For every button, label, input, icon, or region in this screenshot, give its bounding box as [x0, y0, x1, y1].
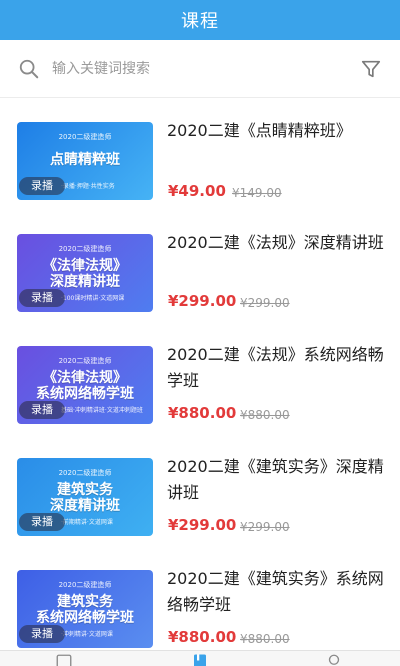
profile-icon[interactable]: [325, 653, 343, 666]
thumbnail-subtitle: ·录播·押题·共性实务: [61, 183, 115, 190]
course-original-price: ¥299.00: [240, 296, 290, 310]
course-thumbnail[interactable]: 2020二级建造师 《法律法规》 系统网络畅学班 基础·冲刺精讲班·文道冲刺题班…: [17, 346, 153, 424]
thumbnail-top-text: 2020二级建造师: [58, 357, 112, 365]
thumbnail-subtitle: ·冲刺精讲·文道网课: [61, 631, 113, 638]
course-card[interactable]: 2020二级建造师 《法律法规》 系统网络畅学班 基础·冲刺精讲班·文道冲刺题班…: [0, 322, 400, 434]
thumbnail-title: 建筑实务 深度精讲班: [50, 482, 120, 514]
course-icon[interactable]: [191, 653, 209, 666]
course-price: ¥299.00: [168, 516, 237, 534]
recorded-badge: 录播: [19, 401, 65, 419]
course-title[interactable]: 2020二建《法规》深度精讲班: [167, 230, 387, 256]
course-title[interactable]: 2020二建《点睛精粹班》: [167, 118, 387, 144]
thumbnail-title: 《法律法规》 深度精讲班: [43, 258, 127, 290]
thumbnail-subtitle: ·前期精讲·文道网课: [61, 519, 113, 526]
home-icon[interactable]: [55, 653, 73, 666]
search-input[interactable]: [52, 56, 332, 82]
course-price: ¥880.00: [168, 628, 237, 646]
recorded-badge: 录播: [19, 289, 65, 307]
thumbnail-title: 建筑实务 系统网络畅学班: [36, 594, 134, 626]
course-list: 2020二级建造师 点睛精粹班 ·录播·押题·共性实务 录播 2020二建《点睛…: [0, 98, 400, 650]
filter-icon[interactable]: [360, 58, 382, 80]
recorded-badge: 录播: [19, 625, 65, 643]
course-price: ¥880.00: [168, 404, 237, 422]
thumbnail-top-text: 2020二级建造师: [58, 245, 112, 253]
course-card[interactable]: 2020二级建造师 建筑实务 系统网络畅学班 ·冲刺精讲·文道网课 录播 202…: [0, 546, 400, 650]
course-price: ¥49.00: [168, 182, 226, 200]
thumbnail-title: 点睛精粹班: [50, 152, 120, 168]
recorded-badge: 录播: [19, 513, 65, 531]
course-thumbnail[interactable]: 2020二级建造师 建筑实务 系统网络畅学班 ·冲刺精讲·文道网课 录播: [17, 570, 153, 648]
course-card[interactable]: 2020二级建造师 《法律法规》 深度精讲班 ·100课时精讲·文道网课 录播 …: [0, 210, 400, 322]
course-thumbnail[interactable]: 2020二级建造师 《法律法规》 深度精讲班 ·100课时精讲·文道网课 录播: [17, 234, 153, 312]
course-card[interactable]: 2020二级建造师 点睛精粹班 ·录播·押题·共性实务 录播 2020二建《点睛…: [0, 98, 400, 210]
course-original-price: ¥149.00: [232, 186, 282, 200]
app-header: 课程: [0, 0, 400, 40]
course-thumbnail[interactable]: 2020二级建造师 点睛精粹班 ·录播·押题·共性实务 录播: [17, 122, 153, 200]
course-original-price: ¥299.00: [240, 520, 290, 534]
course-title[interactable]: 2020二建《建筑实务》深度精讲班: [167, 454, 387, 506]
thumbnail-top-text: 2020二级建造师: [58, 133, 112, 141]
course-thumbnail[interactable]: 2020二级建造师 建筑实务 深度精讲班 ·前期精讲·文道网课 录播: [17, 458, 153, 536]
thumbnail-title: 《法律法规》 系统网络畅学班: [36, 370, 134, 402]
course-title[interactable]: 2020二建《建筑实务》系统网络畅学班: [167, 566, 387, 618]
thumbnail-subtitle: 基础·冲刺精讲班·文道冲刺题班: [61, 407, 143, 414]
course-original-price: ¥880.00: [240, 408, 290, 422]
search-icon[interactable]: [18, 58, 40, 80]
recorded-badge: 录播: [19, 177, 65, 195]
course-original-price: ¥880.00: [240, 632, 290, 646]
thumbnail-subtitle: ·100课时精讲·文道网课: [61, 295, 125, 302]
search-bar: [0, 40, 400, 98]
thumbnail-top-text: 2020二级建造师: [58, 581, 112, 589]
bottom-tab-bar: [0, 650, 400, 666]
course-price: ¥299.00: [168, 292, 237, 310]
thumbnail-top-text: 2020二级建造师: [58, 469, 112, 477]
course-card[interactable]: 2020二级建造师 建筑实务 深度精讲班 ·前期精讲·文道网课 录播 2020二…: [0, 434, 400, 546]
page-title: 课程: [181, 11, 219, 32]
course-title[interactable]: 2020二建《法规》系统网络畅学班: [167, 342, 387, 394]
